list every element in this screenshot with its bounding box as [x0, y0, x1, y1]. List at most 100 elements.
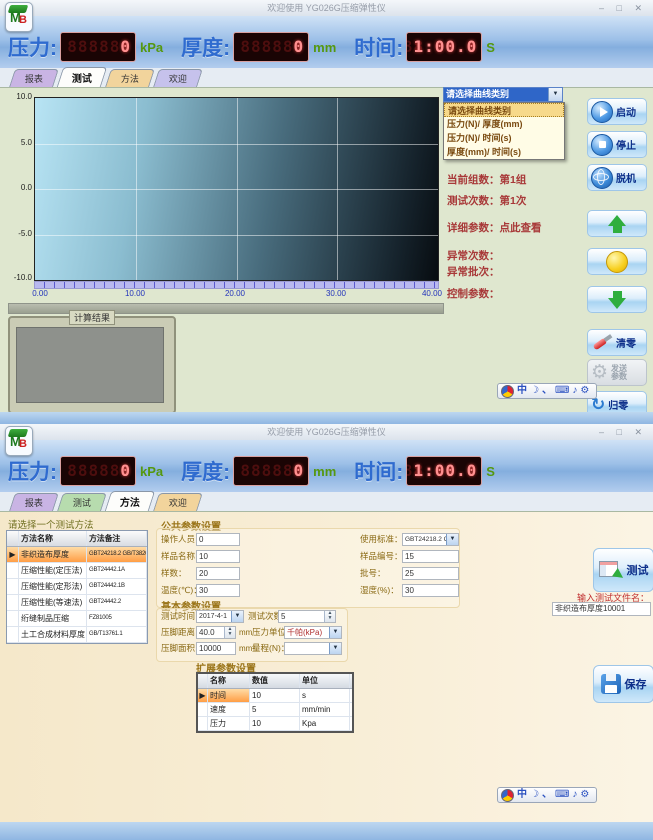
dropdown-option[interactable]: 压力(N)/ 时间(s) [444, 131, 564, 145]
curve-type-combobox[interactable]: 请选择曲线类别 ▼ [443, 87, 563, 102]
tab-test[interactable]: 测试 [57, 493, 107, 511]
ext-table-header: 名称 数值 单位 [198, 674, 352, 689]
foot-area-input[interactable]: 10000 [196, 642, 236, 655]
chevron-down-icon[interactable]: ▼ [548, 88, 562, 101]
tab-welcome[interactable]: 欢迎 [153, 69, 203, 87]
foot-distance-stepper[interactable]: 40.0 [196, 626, 236, 639]
pressure-led: 888888 0 [60, 32, 136, 62]
detail-params-link[interactable]: 详细参数：点此查看 [447, 220, 542, 235]
maximize-button[interactable]: □ [617, 3, 627, 13]
method-row[interactable]: 压缩性能(等速法) GBT24442.2 [7, 595, 147, 611]
y-tick: -5.0 [4, 229, 32, 238]
offline-button[interactable]: 脱机 [587, 164, 647, 191]
send-params-button[interactable]: ⚙ 发送 参数 [587, 359, 647, 386]
minimize-button[interactable]: – [599, 3, 609, 13]
start-button[interactable]: 启动 [587, 98, 647, 125]
dropdown-option[interactable]: 压力(N)/ 厚度(mm) [444, 117, 564, 131]
method-row-selected[interactable]: ▶ 非织造布厚度 GBT24218.2 GB/T3820 [7, 547, 147, 563]
close-button[interactable]: ✕ [634, 3, 647, 13]
chevron-down-icon[interactable] [329, 627, 341, 638]
y-tick: -10.0 [4, 273, 32, 282]
ime-halfwidth-icon[interactable]: ☽ [530, 384, 539, 398]
arrow-down-icon [608, 291, 626, 309]
x-tick: 40.00 [422, 289, 442, 298]
temperature-input[interactable]: 30 [196, 584, 240, 597]
test-count-stepper[interactable]: 5 [278, 610, 336, 623]
chevron-down-icon[interactable] [329, 643, 341, 654]
move-up-button[interactable] [587, 210, 647, 237]
method-row[interactable]: 土工合成材料厚度 GB/T13761.1 [7, 627, 147, 643]
method-row[interactable]: 压缩性能(定形法) GBT24442.1B [7, 579, 147, 595]
ime-mode-icon[interactable]: 中 [517, 788, 527, 802]
filename-input[interactable]: 非织造布厚度10001 [552, 602, 651, 616]
sample-count-input[interactable]: 20 [196, 567, 240, 580]
sample-name-input[interactable]: 10 [196, 550, 240, 563]
spinner-arrows-icon[interactable] [324, 611, 335, 622]
pressure-unit-combobox[interactable]: 千帕(kPa) [284, 626, 342, 639]
chevron-down-icon[interactable] [446, 534, 458, 545]
ext-row-selected[interactable]: ▶ 时间 10 s [198, 689, 352, 703]
window-test-page: 欢迎使用 YG026G压缩弹性仪 – □ ✕ MB 压力: 888888 0 k… [0, 0, 653, 424]
spinner-arrows-icon[interactable] [224, 627, 235, 638]
ime-language-bar[interactable]: 中 ☽ 、 ⌨ ♪ ⚙ [497, 787, 597, 803]
tab-strip: 报表 测试 方法 欢迎 [0, 492, 653, 512]
ime-language-bar[interactable]: 中 ☽ 、 ⌨ ♪ ⚙ [497, 383, 597, 399]
ime-ball-icon[interactable] [501, 789, 514, 802]
ime-mic-icon[interactable]: ♪ [572, 384, 577, 398]
ime-settings-icon[interactable]: ⚙ [580, 788, 589, 802]
move-down-button[interactable] [587, 286, 647, 313]
ext-row[interactable]: 速度 5 mm/min [198, 703, 352, 717]
window-frame-bottom [0, 412, 653, 424]
pressure-label: 压力: [8, 32, 57, 62]
method-row[interactable]: 压缩性能(定压法) GBT24442.1A [7, 563, 147, 579]
ime-mic-icon[interactable]: ♪ [572, 788, 577, 802]
sample-no-input[interactable]: 15 [402, 550, 459, 563]
ime-punctuation-icon[interactable]: 、 [542, 384, 552, 398]
pause-hold-button[interactable] [587, 248, 647, 275]
operator-input[interactable]: 0 [196, 533, 240, 546]
standard-combobox[interactable]: GBT24218.2 GB, [402, 533, 459, 546]
save-button[interactable]: 保存 [593, 665, 653, 703]
tab-report[interactable]: 报表 [9, 69, 59, 87]
pressure-led: 888888 0 [60, 456, 136, 486]
ime-punctuation-icon[interactable]: 、 [542, 788, 552, 802]
ime-ball-icon[interactable] [501, 385, 514, 398]
dropdown-option[interactable]: 请选择曲线类别 [444, 103, 564, 117]
minimize-button[interactable]: – [599, 427, 609, 437]
dropdown-option[interactable]: 厚度(mm)/ 时间(s) [444, 145, 564, 159]
range-combobox[interactable] [284, 642, 342, 655]
titlebar[interactable]: 欢迎使用 YG026G压缩弹性仪 – □ ✕ [0, 424, 653, 441]
titlebar[interactable]: 欢迎使用 YG026G压缩弹性仪 – □ ✕ [0, 0, 653, 17]
maximize-button[interactable]: □ [617, 427, 627, 437]
close-button[interactable]: ✕ [634, 427, 647, 437]
method-row[interactable]: 绗缝制品压缩 FZ81005 [7, 611, 147, 627]
ime-halfwidth-icon[interactable]: ☽ [530, 788, 539, 802]
ext-row[interactable]: 压力 10 Kpa [198, 717, 352, 731]
ime-settings-icon[interactable]: ⚙ [580, 384, 589, 398]
y-tick: 0.0 [4, 183, 32, 192]
tab-test[interactable]: 测试 [57, 67, 107, 87]
pressure-display: 压力: 888888 0 kPa [8, 456, 163, 486]
ime-keyboard-icon[interactable]: ⌨ [555, 788, 569, 802]
x-axis-scrollbar[interactable] [34, 281, 439, 289]
test-time-combobox[interactable]: 2017-4-1 [196, 610, 244, 623]
ime-keyboard-icon[interactable]: ⌨ [555, 384, 569, 398]
batch-label: 批号： [360, 567, 386, 580]
ime-mode-icon[interactable]: 中 [517, 384, 527, 398]
chart-plot-area[interactable] [34, 97, 439, 281]
tab-welcome[interactable]: 欢迎 [153, 493, 203, 511]
time-led: 88:88.8 1:00.0 [406, 32, 482, 62]
clear-zero-button[interactable]: 清零 [587, 329, 647, 356]
batch-input[interactable]: 25 [402, 567, 459, 580]
tab-method[interactable]: 方法 [105, 491, 155, 511]
stop-button[interactable]: 停止 [587, 131, 647, 158]
pressure-unit: kPa [140, 40, 163, 55]
tab-report[interactable]: 报表 [9, 493, 59, 511]
test-button[interactable]: 测试 [593, 548, 653, 592]
chevron-down-icon[interactable] [231, 611, 243, 622]
led-displays: 压力: 888888 0 kPa 厚度: 888888 0 mm 时间: 88:… [8, 30, 513, 64]
humidity-input[interactable]: 30 [402, 584, 459, 597]
curve-type-dropdown-list: 请选择曲线类别 压力(N)/ 厚度(mm) 压力(N)/ 时间(s) 厚度(mm… [443, 102, 565, 160]
pressure-display: 压力: 888888 0 kPa [8, 32, 163, 62]
tab-method[interactable]: 方法 [105, 69, 155, 87]
